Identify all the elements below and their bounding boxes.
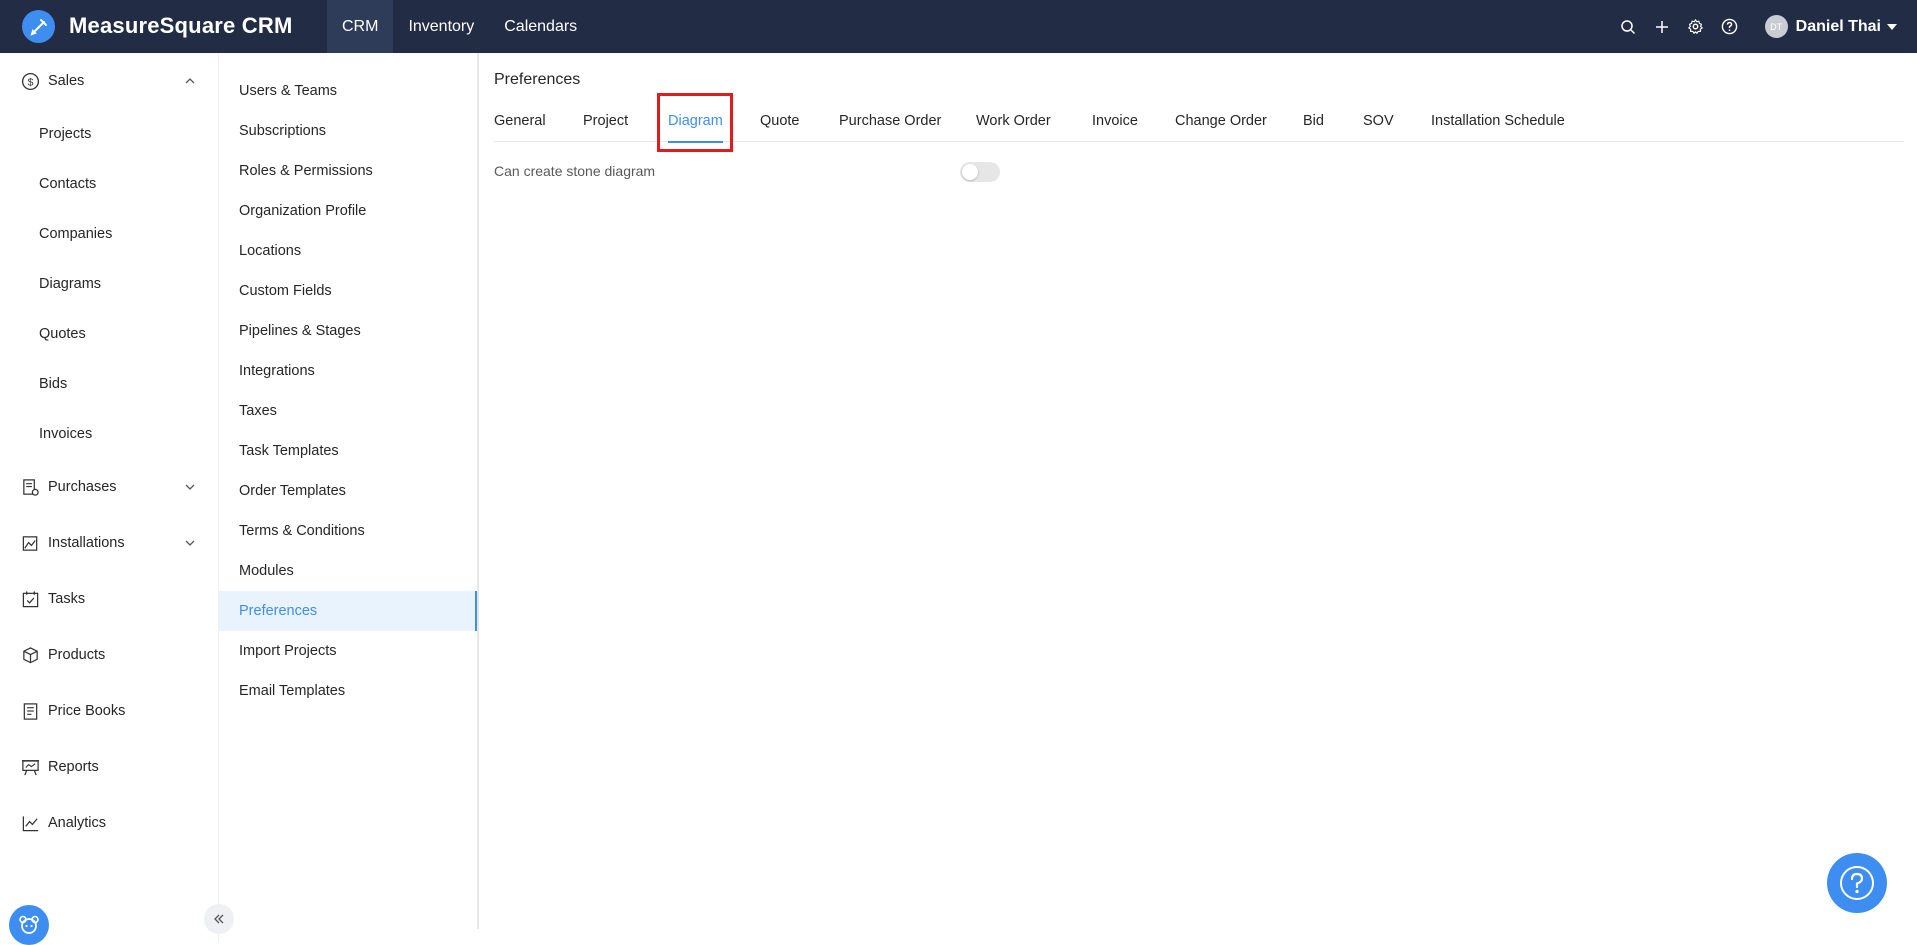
chevron-down-icon bbox=[185, 540, 195, 546]
settings-modules[interactable]: Modules bbox=[219, 551, 477, 591]
nav-quotes[interactable]: Quotes bbox=[0, 314, 219, 354]
nav-companies[interactable]: Companies bbox=[0, 214, 219, 254]
nav-companies-label: Companies bbox=[39, 226, 113, 242]
settings-integrations[interactable]: Integrations bbox=[219, 351, 477, 391]
settings-taxes[interactable]: Taxes bbox=[219, 391, 477, 431]
app-title: MeasureSquare CRM bbox=[69, 13, 293, 38]
app-logo-icon[interactable] bbox=[22, 10, 55, 43]
nav-invoices-label: Invoices bbox=[39, 426, 93, 442]
nav-sales[interactable]: $ Sales bbox=[0, 61, 219, 101]
nav-diagrams[interactable]: Diagrams bbox=[0, 264, 219, 304]
help-icon[interactable] bbox=[1713, 10, 1747, 44]
nav-installations[interactable]: Installations bbox=[0, 523, 219, 563]
top-nav: CRM Inventory Calendars bbox=[327, 0, 592, 53]
tab-sov[interactable]: SOV bbox=[1363, 113, 1394, 142]
settings-pipelines-stages[interactable]: Pipelines & Stages bbox=[219, 311, 477, 351]
gear-icon[interactable] bbox=[1679, 10, 1713, 44]
nav-price-books-label: Price Books bbox=[48, 703, 126, 719]
settings-organization-profile[interactable]: Organization Profile bbox=[219, 191, 477, 231]
left-nav: $ Sales Projects Contacts Companies Diag… bbox=[0, 53, 219, 945]
collapse-sidebar-button[interactable] bbox=[204, 904, 234, 934]
top-bar: MeasureSquare CRM CRM Inventory Calendar… bbox=[0, 0, 1917, 53]
nav-tasks[interactable]: Tasks bbox=[0, 579, 219, 619]
settings-terms-conditions[interactable]: Terms & Conditions bbox=[219, 511, 477, 551]
settings-menu: Users & Teams Subscriptions Roles & Perm… bbox=[219, 53, 479, 929]
question-icon bbox=[1840, 866, 1874, 900]
settings-email-templates[interactable]: Email Templates bbox=[219, 671, 477, 711]
setting-label: Can create stone diagram bbox=[494, 163, 656, 179]
svg-text:$: $ bbox=[28, 77, 34, 88]
nav-tasks-label: Tasks bbox=[48, 591, 86, 607]
toggle-knob bbox=[962, 164, 978, 180]
nav-invoices[interactable]: Invoices bbox=[0, 414, 219, 454]
nav-price-books[interactable]: Price Books bbox=[0, 691, 219, 731]
tab-work-order[interactable]: Work Order bbox=[976, 113, 1051, 142]
nav-contacts[interactable]: Contacts bbox=[0, 164, 219, 204]
tab-bid[interactable]: Bid bbox=[1303, 113, 1324, 142]
avatar: DT bbox=[1764, 15, 1788, 38]
stone-diagram-toggle[interactable] bbox=[960, 162, 1000, 182]
nav-reports-label: Reports bbox=[48, 759, 99, 775]
plus-icon[interactable] bbox=[1645, 10, 1679, 44]
reports-icon bbox=[21, 760, 40, 776]
topnav-calendars[interactable]: Calendars bbox=[489, 0, 592, 53]
nav-diagrams-label: Diagrams bbox=[39, 276, 102, 292]
nav-quotes-label: Quotes bbox=[39, 326, 86, 342]
tab-installation-schedule[interactable]: Installation Schedule bbox=[1431, 113, 1565, 142]
topnav-inventory[interactable]: Inventory bbox=[393, 0, 489, 53]
tab-purchase-order[interactable]: Purchase Order bbox=[839, 113, 941, 142]
nav-products-label: Products bbox=[48, 647, 106, 663]
settings-order-templates[interactable]: Order Templates bbox=[219, 471, 477, 511]
double-chevron-left-icon bbox=[214, 914, 224, 924]
nav-reports[interactable]: Reports bbox=[0, 747, 219, 787]
assistant-button[interactable] bbox=[9, 905, 49, 945]
chevron-down-icon bbox=[185, 484, 195, 490]
search-icon[interactable] bbox=[1611, 10, 1645, 44]
topnav-crm[interactable]: CRM bbox=[327, 0, 394, 53]
caret-down-icon bbox=[1887, 23, 1897, 30]
tab-invoice[interactable]: Invoice bbox=[1092, 113, 1138, 142]
tab-diagram[interactable]: Diagram bbox=[668, 113, 723, 143]
nav-products[interactable]: Products bbox=[0, 635, 219, 675]
nav-projects-label: Projects bbox=[39, 126, 92, 142]
tasks-icon bbox=[22, 591, 39, 608]
nav-sales-label: Sales bbox=[48, 73, 85, 89]
settings-users-teams[interactable]: Users & Teams bbox=[219, 71, 477, 111]
purchases-icon bbox=[23, 479, 39, 496]
nav-analytics[interactable]: Analytics bbox=[0, 803, 219, 843]
user-name: Daniel Thai bbox=[1795, 17, 1881, 35]
tab-change-order[interactable]: Change Order bbox=[1175, 113, 1267, 142]
top-actions: DT Daniel Thai bbox=[1611, 0, 1917, 53]
products-icon bbox=[23, 647, 38, 664]
dollar-circle-icon: $ bbox=[21, 72, 40, 91]
nav-purchases[interactable]: Purchases bbox=[0, 467, 219, 507]
nav-bids[interactable]: Bids bbox=[0, 364, 219, 404]
user-menu[interactable]: DT Daniel Thai bbox=[1764, 15, 1897, 38]
preferences-content: Preferences General Project Diagram Quot… bbox=[481, 53, 1917, 929]
nav-bids-label: Bids bbox=[39, 376, 68, 392]
tab-quote[interactable]: Quote bbox=[760, 113, 800, 142]
nav-installations-label: Installations bbox=[48, 535, 125, 551]
settings-custom-fields[interactable]: Custom Fields bbox=[219, 271, 477, 311]
analytics-icon bbox=[22, 816, 39, 832]
tab-project[interactable]: Project bbox=[583, 113, 628, 142]
nav-contacts-label: Contacts bbox=[39, 176, 97, 192]
settings-locations[interactable]: Locations bbox=[219, 231, 477, 271]
nav-analytics-label: Analytics bbox=[48, 815, 107, 831]
help-button[interactable] bbox=[1827, 853, 1887, 913]
settings-task-templates[interactable]: Task Templates bbox=[219, 431, 477, 471]
settings-preferences[interactable]: Preferences bbox=[219, 591, 477, 631]
nav-purchases-label: Purchases bbox=[48, 479, 117, 495]
page-title: Preferences bbox=[494, 71, 581, 88]
settings-import-projects[interactable]: Import Projects bbox=[219, 631, 477, 671]
installations-icon bbox=[22, 536, 38, 551]
settings-roles-permissions[interactable]: Roles & Permissions bbox=[219, 151, 477, 191]
chevron-up-icon bbox=[185, 78, 195, 84]
settings-subscriptions[interactable]: Subscriptions bbox=[219, 111, 477, 151]
nav-projects[interactable]: Projects bbox=[0, 114, 219, 154]
tab-general[interactable]: General bbox=[494, 113, 546, 142]
preferences-tabs: General Project Diagram Quote Purchase O… bbox=[494, 113, 1904, 143]
assistant-icon bbox=[19, 915, 39, 934]
price-books-icon bbox=[23, 703, 38, 720]
